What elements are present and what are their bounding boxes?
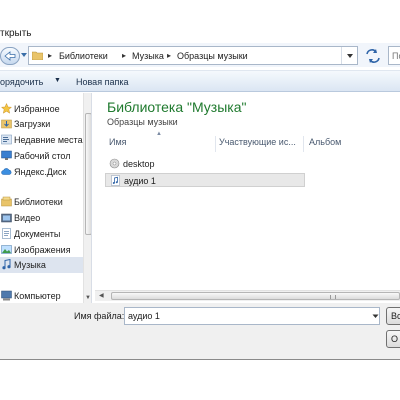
file-name: аудио 1 bbox=[124, 176, 156, 186]
column-divider[interactable] bbox=[215, 136, 216, 152]
desktop-icon bbox=[1, 150, 12, 160]
new-folder-button[interactable]: Новая папка bbox=[76, 77, 128, 87]
nav-item-label: Библиотеки bbox=[14, 197, 63, 207]
nav-item-desktop[interactable]: Рабочий стол bbox=[0, 148, 84, 164]
nav-item-label: Недавние места bbox=[14, 135, 83, 145]
history-dropdown-icon[interactable] bbox=[20, 51, 28, 59]
organize-button[interactable]: орядочить bbox=[0, 77, 43, 87]
nav-item-favorites[interactable]: Избранное bbox=[0, 101, 84, 117]
file-type-filter-button[interactable]: Вс bbox=[386, 307, 400, 325]
filename-label: Имя файла: bbox=[74, 311, 125, 321]
computer-icon bbox=[1, 290, 12, 301]
column-divider[interactable] bbox=[303, 136, 304, 152]
title-bar: ткрыть bbox=[0, 0, 400, 40]
libraries-icon bbox=[1, 196, 12, 207]
nav-item-label: Музыка bbox=[14, 260, 46, 270]
breadcrumb-separator[interactable]: ▸ bbox=[122, 51, 126, 60]
sort-indicator-icon: ▲ bbox=[156, 131, 162, 137]
scroll-left-arrow-icon[interactable]: ◀ bbox=[99, 292, 104, 299]
recent-places-icon bbox=[1, 134, 12, 145]
nav-item-label: Компьютер bbox=[14, 291, 61, 301]
address-bar[interactable]: ▸ Библиотеки ▸ Музыка ▸ Образцы музыки bbox=[28, 46, 358, 65]
nav-scrollbar-thumb[interactable] bbox=[85, 113, 91, 235]
nav-item-pictures[interactable]: Изображения bbox=[0, 242, 84, 258]
nav-item-computer[interactable]: Компьютер bbox=[0, 288, 84, 303]
nav-item-label: Загрузки bbox=[14, 119, 51, 129]
nav-item-label: Яндекс.Диск bbox=[14, 167, 67, 177]
nav-item-music[interactable]: Музыка bbox=[0, 257, 84, 273]
back-arrow-icon bbox=[4, 51, 16, 61]
library-subtitle: Образцы музыки bbox=[107, 117, 178, 127]
file-row[interactable]: desktop bbox=[105, 157, 305, 171]
nav-item-label: Документы bbox=[14, 229, 61, 239]
address-row: ▸ Библиотеки ▸ Музыка ▸ Образцы музыки П… bbox=[0, 43, 400, 67]
back-button[interactable] bbox=[0, 47, 20, 65]
chevron-down-icon bbox=[347, 54, 353, 58]
nav-scrollbar[interactable]: ▼ bbox=[83, 93, 91, 303]
nav-item-libraries[interactable]: Библиотеки bbox=[0, 194, 84, 210]
column-header-name[interactable]: Имя bbox=[109, 137, 127, 151]
nav-item-label: Рабочий стол bbox=[14, 151, 71, 161]
nav-item-documents[interactable]: Документы bbox=[0, 226, 84, 242]
scrollbar-grip-icon bbox=[330, 295, 336, 299]
file-list-hscrollbar[interactable]: ◀ bbox=[95, 290, 400, 301]
filename-dropdown-icon[interactable] bbox=[372, 308, 379, 324]
nav-item-yandex-disk[interactable]: Яндекс.Диск bbox=[0, 164, 84, 180]
pictures-library-icon bbox=[1, 245, 12, 254]
nav-item-downloads[interactable]: Загрузки bbox=[0, 116, 84, 132]
star-icon bbox=[1, 103, 12, 114]
open-file-dialog: ткрыть ▸ Библиотеки ▸ Музыка ▸ Образцы м… bbox=[0, 0, 400, 360]
navigation-pane: Избранное Загрузки Недавние места Рабочи… bbox=[0, 93, 92, 303]
column-header-album[interactable]: Альбом bbox=[309, 137, 341, 151]
nav-item-recent-places[interactable]: Недавние места bbox=[0, 132, 84, 148]
open-button[interactable]: О bbox=[386, 330, 400, 348]
search-placeholder: Пс bbox=[392, 51, 400, 61]
music-library-icon bbox=[2, 259, 11, 270]
library-title: Библиотека "Музыка" bbox=[107, 99, 247, 115]
breadcrumb-separator[interactable]: ▸ bbox=[48, 51, 52, 60]
scroll-down-arrow-icon[interactable]: ▼ bbox=[85, 295, 91, 301]
nav-item-label: Видео bbox=[14, 213, 41, 223]
address-dropdown-button[interactable] bbox=[341, 47, 357, 64]
window-title: ткрыть bbox=[0, 28, 32, 39]
documents-library-icon bbox=[2, 228, 11, 239]
audio-file-icon bbox=[111, 175, 120, 186]
file-list-pane: Библиотека "Музыка" Образцы музыки ▲ Имя… bbox=[93, 93, 400, 303]
refresh-icon[interactable] bbox=[364, 48, 382, 64]
nav-item-video[interactable]: Видео bbox=[0, 210, 84, 226]
hscrollbar-thumb[interactable] bbox=[111, 292, 400, 300]
file-name: desktop bbox=[123, 159, 155, 169]
file-row[interactable]: аудио 1 bbox=[105, 173, 305, 187]
search-input[interactable]: Пс bbox=[388, 46, 400, 65]
filename-input[interactable] bbox=[124, 307, 380, 325]
breadcrumb-sample-music[interactable]: Образцы музыки bbox=[177, 51, 248, 61]
organize-dropdown-icon[interactable]: ▼ bbox=[54, 77, 61, 84]
settings-file-icon bbox=[109, 158, 120, 169]
nav-item-label: Изображения bbox=[14, 245, 71, 255]
column-header-artists[interactable]: Участвующие ис... bbox=[219, 137, 296, 151]
command-bar: орядочить ▼ Новая папка bbox=[0, 70, 400, 92]
nav-item-label: Избранное bbox=[14, 104, 60, 114]
breadcrumb-libraries[interactable]: Библиотеки bbox=[59, 51, 108, 61]
video-library-icon bbox=[1, 213, 12, 223]
breadcrumb-music[interactable]: Музыка bbox=[132, 51, 164, 61]
folder-icon bbox=[32, 51, 43, 60]
breadcrumb-separator[interactable]: ▸ bbox=[167, 51, 171, 60]
dialog-footer: Имя файла: Вс О bbox=[0, 303, 400, 359]
downloads-folder-icon bbox=[1, 119, 12, 129]
cloud-icon bbox=[1, 168, 12, 175]
